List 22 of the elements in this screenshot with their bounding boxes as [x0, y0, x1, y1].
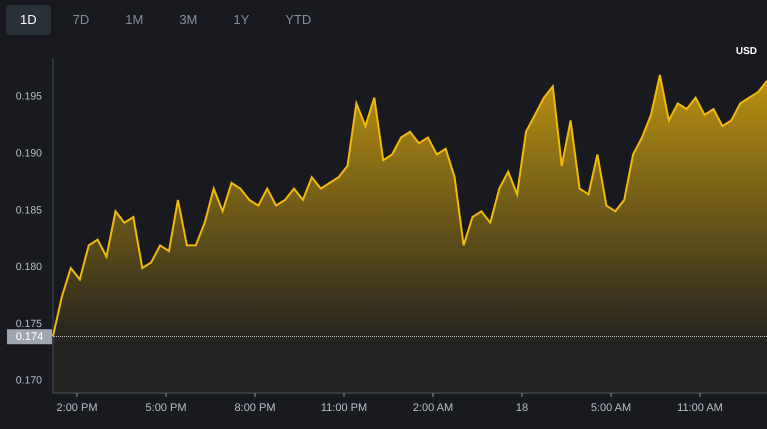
y-axis-label: 0.185 [16, 204, 42, 216]
y-axis-label: 0.170 [16, 374, 42, 387]
x-axis-label: 11:00 PM [320, 392, 368, 414]
y-axis-label: 0.190 [16, 148, 42, 160]
range-tab[interactable]: 1M [111, 5, 158, 35]
range-tab[interactable]: 7D [58, 5, 104, 35]
range-tab[interactable]: 1Y [219, 5, 264, 35]
range-tab[interactable]: 3M [165, 5, 212, 35]
price-tag: 0.174 [7, 329, 52, 344]
range-tab[interactable]: YTD [271, 5, 326, 35]
x-axis-label: 11:00 AM [677, 392, 723, 414]
x-axis-label: 2:00 PM [56, 392, 98, 414]
x-axis-label: 8:00 PM [234, 392, 276, 414]
x-axis-label: 5:00 AM [590, 392, 632, 414]
y-axis-label: 0.175 [16, 318, 42, 330]
x-axis-label: 2:00 AM [412, 392, 454, 414]
x-axis-label: 5:00 PM [146, 392, 186, 414]
y-axis-label: 0.180 [16, 261, 42, 274]
x-axis-label: 18 [516, 392, 528, 414]
range-tab[interactable]: 1D [6, 5, 51, 35]
currency-label: USD [736, 46, 757, 57]
y-axis-label: 0.195 [16, 90, 42, 103]
